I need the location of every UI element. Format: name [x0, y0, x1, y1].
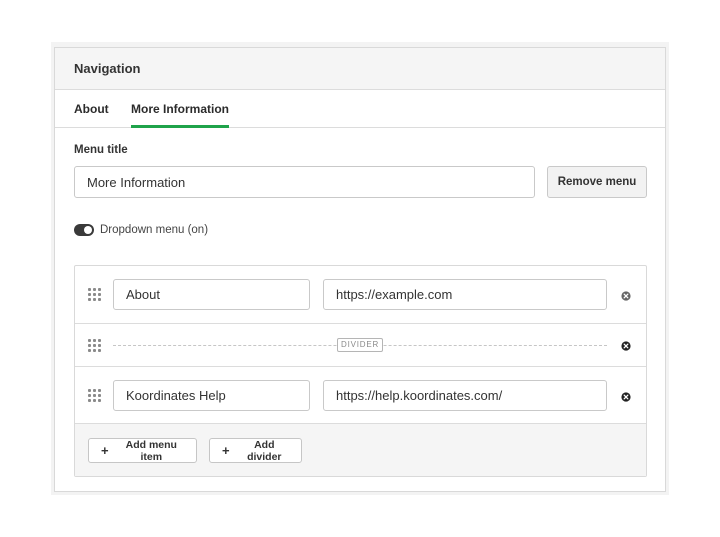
close-circle-icon[interactable] [621, 392, 631, 402]
menu-item-name-input[interactable] [113, 380, 310, 411]
tab-about[interactable]: About [74, 90, 109, 128]
add-divider-button[interactable]: + Add divider [209, 438, 302, 463]
menu-title-label: Menu title [74, 144, 128, 156]
divider-row: DIVIDER [75, 324, 646, 367]
navigation-panel: Navigation About More Information Menu t… [54, 47, 666, 492]
menu-items-list: DIVIDER + Add menu item + [74, 265, 647, 477]
add-menu-item-label: Add menu item [125, 438, 177, 463]
close-circle-icon[interactable] [621, 341, 631, 351]
plus-icon: + [222, 443, 230, 458]
add-menu-item-button[interactable]: + Add menu item [88, 438, 197, 463]
menu-item-name-input[interactable] [113, 279, 310, 310]
plus-icon: + [101, 443, 109, 458]
dropdown-toggle-label: Dropdown menu (on) [100, 224, 209, 236]
close-circle-icon[interactable] [621, 291, 631, 301]
panel-title: Navigation [74, 61, 141, 76]
add-divider-label: Add divider [247, 438, 282, 463]
dropdown-toggle[interactable] [74, 224, 94, 236]
divider-tag: DIVIDER [337, 338, 384, 352]
menu-title-input[interactable] [74, 166, 535, 198]
drag-handle-icon[interactable] [88, 288, 102, 302]
menu-items-footer: + Add menu item + Add divider [75, 424, 646, 476]
menu-item-url-input[interactable] [323, 380, 607, 411]
menu-item-row [75, 266, 646, 324]
tab-more-information[interactable]: More Information [131, 90, 229, 128]
drag-handle-icon[interactable] [88, 389, 102, 403]
dropdown-toggle-row: Dropdown menu (on) [74, 224, 208, 236]
panel-header: Navigation [55, 48, 665, 90]
remove-menu-button[interactable]: Remove menu [547, 166, 647, 198]
toggle-knob [84, 226, 92, 234]
menu-item-row [75, 367, 646, 424]
menu-item-url-input[interactable] [323, 279, 607, 310]
drag-handle-icon[interactable] [88, 339, 102, 353]
tab-bar: About More Information [55, 90, 665, 128]
